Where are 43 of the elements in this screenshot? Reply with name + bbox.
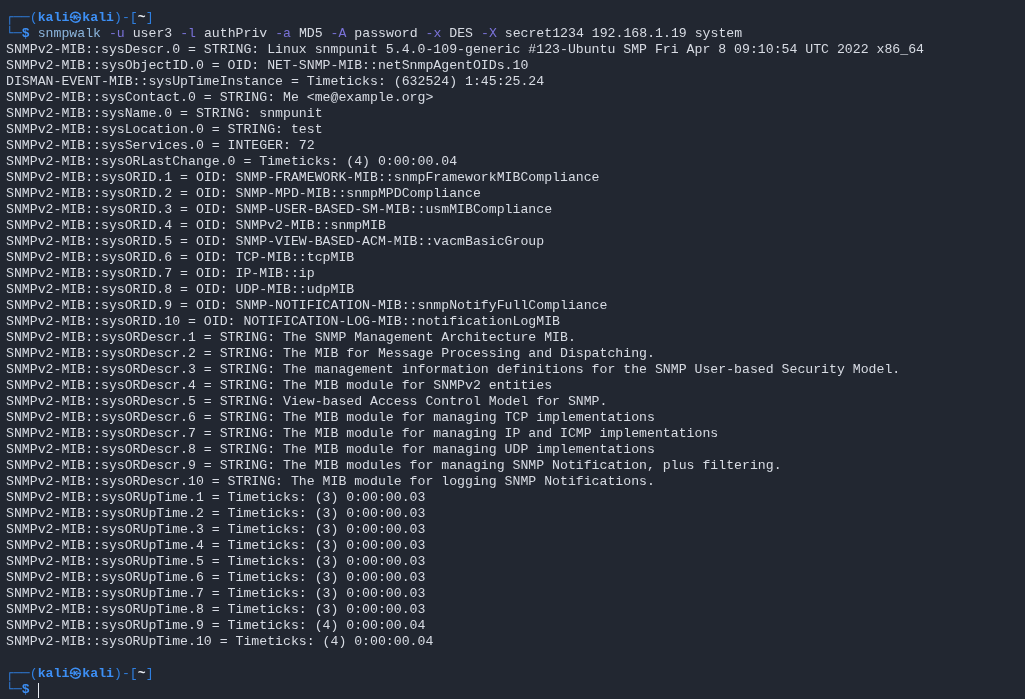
output-line: SNMPv2-MIB::sysORUpTime.3 = Timeticks: (3) 0:00:00.03 [6, 522, 426, 538]
output-line: SNMPv2-MIB::sysServices.0 = INTEGER: 72 [6, 138, 315, 154]
output-line: SNMPv2-MIB::sysName.0 = STRING: snmpunit [6, 106, 323, 122]
text-cursor [37, 682, 39, 698]
output-line: SNMPv2-MIB::sysORDescr.7 = STRING: The MIB module for managing IP and ICMP implementations [6, 426, 719, 442]
output-line: SNMPv2-MIB::sysDescr.0 = STRING: Linux snmpunit 5.4.0-109-generic #123-Ubuntu SMP Fri Apr 8 09:10:54 UTC 2022 x86_64 [6, 42, 924, 58]
output-line: SNMPv2-MIB::sysORID.1 = OID: SNMP-FRAMEWORK-MIB::snmpFrameworkMIBCompliance [6, 170, 600, 186]
output-line: SNMPv2-MIB::sysORID.7 = OID: IP-MIB::ip [6, 266, 315, 282]
output-line: DISMAN-EVENT-MIB::sysUpTimeInstance = Timeticks: (632524) 1:45:25.24 [6, 74, 545, 90]
output-line: SNMPv2-MIB::sysORID.5 = OID: SNMP-VIEW-BASED-ACM-MIB::vacmBasicGroup [6, 234, 545, 250]
output-line: SNMPv2-MIB::sysORDescr.8 = STRING: The MIB module for managing UDP implementations [6, 442, 655, 458]
output-line: SNMPv2-MIB::sysORDescr.6 = STRING: The MIB module for managing TCP implementations [6, 410, 655, 426]
output-line: SNMPv2-MIB::sysORUpTime.10 = Timeticks: (4) 0:00:00.04 [6, 634, 434, 650]
output-line: SNMPv2-MIB::sysORID.3 = OID: SNMP-USER-BASED-SM-MIB::usmMIBCompliance [6, 202, 553, 218]
command-line: └─$ snmpwalk -u user3 -l authPriv -a MD5 -A password -x DES -X secret1234 192.168.1.19 system [6, 26, 743, 42]
output-line: SNMPv2-MIB::sysORUpTime.2 = Timeticks: (3) 0:00:00.03 [6, 506, 426, 522]
output-line: SNMPv2-MIB::sysORUpTime.6 = Timeticks: (3) 0:00:00.03 [6, 570, 426, 586]
output-line: SNMPv2-MIB::sysORUpTime.7 = Timeticks: (3) 0:00:00.03 [6, 586, 426, 602]
output-line: SNMPv2-MIB::sysORID.9 = OID: SNMP-NOTIFICATION-MIB::snmpNotifyFullCompliance [6, 298, 608, 314]
output-line: SNMPv2-MIB::sysORDescr.4 = STRING: The MIB module for SNMPv2 entities [6, 378, 553, 394]
output-line: SNMPv2-MIB::sysObjectID.0 = OID: NET-SNMP-MIB::netSnmpAgentOIDs.10 [6, 58, 529, 74]
output-line: SNMPv2-MIB::sysORUpTime.9 = Timeticks: (4) 0:00:00.04 [6, 618, 426, 634]
output-line: SNMPv2-MIB::sysORDescr.10 = STRING: The MIB module for logging SNMP Notifications. [6, 474, 655, 490]
output-line: SNMPv2-MIB::sysORID.6 = OID: TCP-MIB::tcpMIB [6, 250, 355, 266]
prompt-line: ┌──(kali㉿kali)-[~] [6, 10, 154, 26]
output-line: SNMPv2-MIB::sysORUpTime.4 = Timeticks: (3) 0:00:00.03 [6, 538, 426, 554]
output-line: SNMPv2-MIB::sysORUpTime.8 = Timeticks: (3) 0:00:00.03 [6, 602, 426, 618]
output-line: SNMPv2-MIB::sysORID.4 = OID: SNMPv2-MIB::snmpMIB [6, 218, 386, 234]
output-line: SNMPv2-MIB::sysORID.10 = OID: NOTIFICATION-LOG-MIB::notificationLogMIB [6, 314, 560, 330]
prompt-line: ┌──(kali㉿kali)-[~] [6, 666, 154, 682]
output-line: SNMPv2-MIB::sysORDescr.3 = STRING: The management information definitions for the SNMP User-based Security Model. [6, 362, 901, 378]
prompt-symbol: └─$ [6, 682, 30, 698]
output-line: SNMPv2-MIB::sysORDescr.1 = STRING: The SNMP Management Architecture MIB. [6, 330, 576, 346]
output-line: SNMPv2-MIB::sysContact.0 = STRING: Me <me@example.org> [6, 90, 434, 106]
output-line: SNMPv2-MIB::sysORID.8 = OID: UDP-MIB::udpMIB [6, 282, 355, 298]
output-line: SNMPv2-MIB::sysORUpTime.1 = Timeticks: (3) 0:00:00.03 [6, 490, 426, 506]
output-line: SNMPv2-MIB::sysORLastChange.0 = Timeticks: (4) 0:00:00.04 [6, 154, 458, 170]
output-line: SNMPv2-MIB::sysORID.2 = OID: SNMP-MPD-MIB::snmpMPDCompliance [6, 186, 481, 202]
output-line: SNMPv2-MIB::sysLocation.0 = STRING: test [6, 122, 323, 138]
output-line: SNMPv2-MIB::sysORDescr.2 = STRING: The MIB for Message Processing and Dispatching. [6, 346, 655, 362]
output-line: SNMPv2-MIB::sysORDescr.5 = STRING: View-based Access Control Model for SNMP. [6, 394, 608, 410]
output-line: SNMPv2-MIB::sysORDescr.9 = STRING: The MIB modules for managing SNMP Notification, plus filtering. [6, 458, 782, 474]
output-line: SNMPv2-MIB::sysORUpTime.5 = Timeticks: (3) 0:00:00.03 [6, 554, 426, 570]
